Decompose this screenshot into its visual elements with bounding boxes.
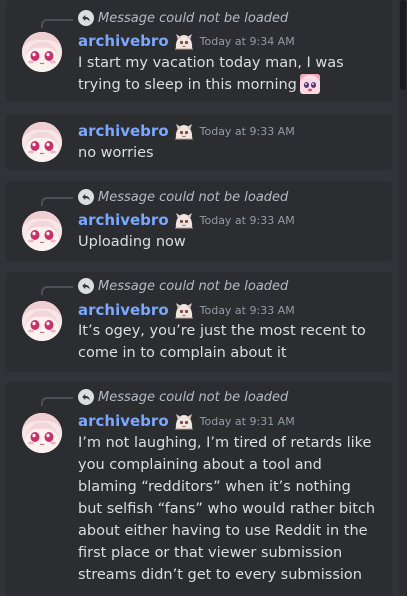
scrollbar-thumb[interactable] xyxy=(400,0,406,90)
avatar[interactable] xyxy=(22,301,62,341)
message-header: archivebro Today at 9:33 AM xyxy=(78,209,295,231)
reply-connector xyxy=(41,197,73,206)
avatar[interactable] xyxy=(22,32,62,72)
chibi-emoji-badge-icon xyxy=(173,121,195,141)
scrollbar-track[interactable] xyxy=(399,0,407,596)
username[interactable]: archivebro xyxy=(78,412,169,430)
reply-preview[interactable]: Message could not be loaded xyxy=(78,276,288,296)
reply-arrow-icon xyxy=(78,278,94,294)
message-content: Uploading now xyxy=(78,231,378,253)
timestamp[interactable]: Today at 9:33 AM xyxy=(200,214,295,227)
reply-text: Message could not be loaded xyxy=(98,10,289,26)
message-item[interactable]: Message could not be loaded archivebro T… xyxy=(6,181,392,261)
reply-preview[interactable]: Message could not be loaded xyxy=(78,8,288,28)
message-content: I start my vacation today man, I was try… xyxy=(78,52,378,96)
username[interactable]: archivebro xyxy=(78,122,169,140)
reply-connector xyxy=(41,286,73,295)
message-content: I’m not laughing, I’m tired of retards l… xyxy=(78,432,378,586)
message-header: archivebro Today at 9:31 AM xyxy=(78,410,295,432)
reply-text: Message could not be loaded xyxy=(98,278,289,294)
username[interactable]: archivebro xyxy=(78,301,169,319)
chibi-emoji-badge-icon xyxy=(173,210,195,230)
message-header: archivebro Today at 9:33 AM xyxy=(78,120,295,142)
reply-text: Message could not be loaded xyxy=(98,189,289,205)
message-text: Uploading now xyxy=(78,234,186,250)
message-item[interactable]: archivebro Today at 9:33 AM no worries xyxy=(6,114,392,170)
reply-arrow-icon xyxy=(78,389,94,405)
reply-connector xyxy=(41,19,73,28)
message-item[interactable]: Message could not be loaded archivebro T… xyxy=(6,382,392,596)
message-text: no worries xyxy=(78,145,154,161)
username[interactable]: archivebro xyxy=(78,211,169,229)
username[interactable]: archivebro xyxy=(78,32,169,50)
chibi-emoji-badge-icon xyxy=(173,31,195,51)
message-text: It’s ogey, you’re just the most recent t… xyxy=(78,323,366,361)
avatar[interactable] xyxy=(22,122,62,162)
reply-arrow-icon xyxy=(78,189,94,205)
avatar[interactable] xyxy=(22,211,62,251)
reply-arrow-icon xyxy=(78,10,94,26)
message-item[interactable]: Message could not be loaded archivebro T… xyxy=(6,272,392,372)
message-content: no worries xyxy=(78,142,378,164)
message-content: It’s ogey, you’re just the most recent t… xyxy=(78,320,378,364)
message-text: I’m not laughing, I’m tired of retards l… xyxy=(78,435,376,583)
reply-preview[interactable]: Message could not be loaded xyxy=(78,187,288,207)
timestamp[interactable]: Today at 9:33 AM xyxy=(200,125,295,138)
anime-girl-emoji-icon xyxy=(299,74,321,94)
reply-preview[interactable]: Message could not be loaded xyxy=(78,387,288,407)
timestamp[interactable]: Today at 9:31 AM xyxy=(200,415,295,428)
reply-text: Message could not be loaded xyxy=(98,389,289,405)
message-list: Message could not be loaded archivebro T… xyxy=(0,0,407,596)
reply-connector xyxy=(41,397,73,406)
message-item[interactable]: Message could not be loaded archivebro T… xyxy=(6,0,392,102)
avatar[interactable] xyxy=(22,413,62,453)
timestamp[interactable]: Today at 9:34 AM xyxy=(200,35,295,48)
chibi-emoji-badge-icon xyxy=(173,411,195,431)
message-header: archivebro Today at 9:33 AM xyxy=(78,299,295,321)
message-header: archivebro Today at 9:34 AM xyxy=(78,30,295,52)
timestamp[interactable]: Today at 9:33 AM xyxy=(200,304,295,317)
chibi-emoji-badge-icon xyxy=(173,300,195,320)
